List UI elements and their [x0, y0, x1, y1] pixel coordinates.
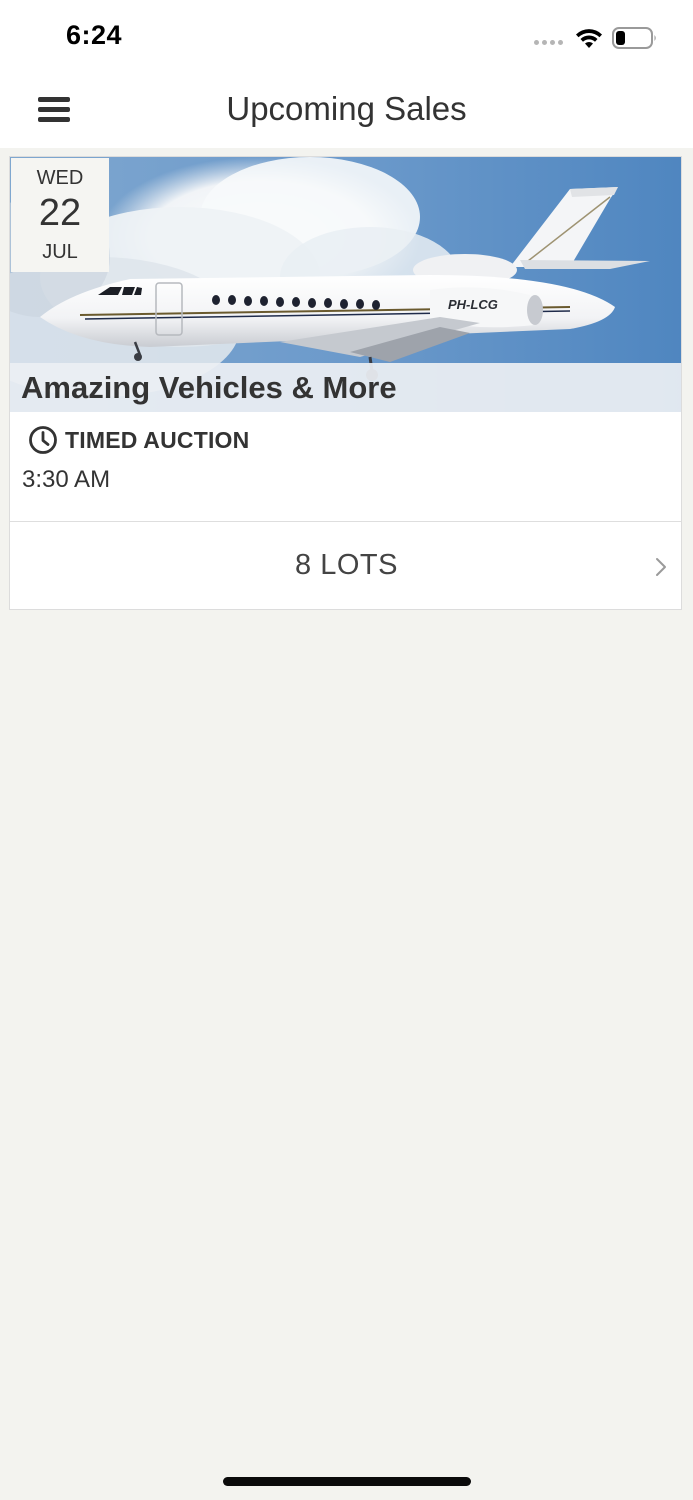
- date-day: 22: [38, 192, 82, 234]
- page-title: Upcoming Sales: [226, 90, 467, 127]
- battery-icon: [612, 27, 656, 49]
- chevron-right-icon: [656, 558, 666, 576]
- nav-bar: Upcoming Sales: [0, 76, 693, 148]
- sale-type-row: TIMED AUCTION: [28, 425, 249, 455]
- svg-text:PH-LCG: PH-LCG: [448, 297, 498, 312]
- lots-count: 8 LOTS: [295, 549, 398, 581]
- date-weekday: WED: [36, 167, 84, 189]
- view-lots-button[interactable]: 8 LOTS: [10, 522, 681, 609]
- clock-icon: [29, 426, 57, 454]
- home-indicator[interactable]: [223, 1477, 471, 1486]
- status-time: 6:24: [66, 20, 123, 50]
- sale-type: TIMED AUCTION: [65, 426, 250, 453]
- date-badge: WED 22 JUL: [11, 158, 109, 272]
- sale-image[interactable]: PH-LCG WED 22 JUL Amazing Vehicles & Mor…: [10, 157, 681, 412]
- status-bar: 6:24: [0, 0, 693, 76]
- sale-title-strip: Amazing Vehicles & More: [10, 363, 681, 412]
- cellular-signal-icon: [534, 40, 563, 45]
- sale-time: 3:30 AM: [22, 466, 111, 493]
- sale-card[interactable]: PH-LCG WED 22 JUL Amazing Vehicles & Mor…: [9, 156, 682, 610]
- sale-title: Amazing Vehicles & More: [21, 370, 397, 405]
- date-month: JUL: [42, 241, 78, 263]
- wifi-icon: [576, 29, 602, 48]
